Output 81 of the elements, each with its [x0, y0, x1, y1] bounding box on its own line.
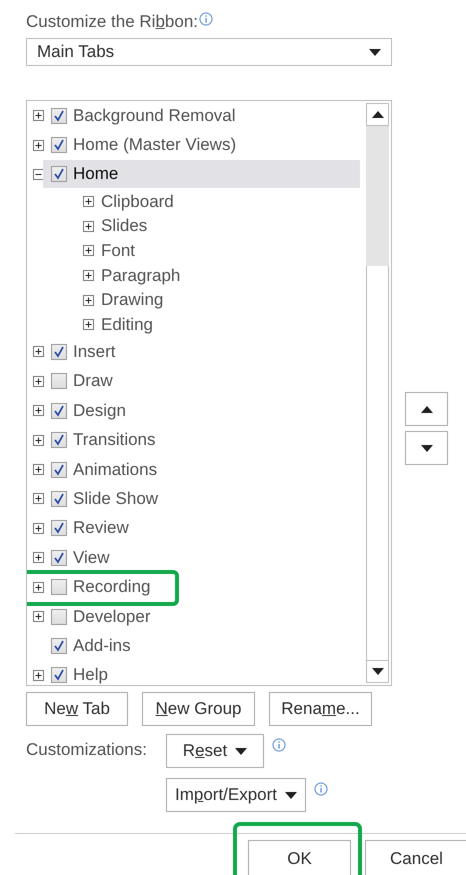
tree-item[interactable]: Home (Master Views) — [71, 132, 238, 158]
scroll-up-button[interactable] — [366, 103, 389, 126]
expand-icon[interactable] — [83, 220, 94, 232]
up-arrow-icon — [372, 111, 384, 118]
expand-icon[interactable] — [33, 582, 44, 593]
checkbox[interactable] — [51, 166, 67, 182]
info-icon[interactable] — [272, 738, 286, 752]
down-arrow-icon — [372, 668, 384, 675]
checkbox[interactable] — [51, 344, 67, 360]
checkbox[interactable] — [51, 432, 67, 448]
tree-item[interactable]: Home — [71, 161, 120, 188]
tree-item[interactable]: Drawing — [101, 290, 164, 310]
move-down-button[interactable] — [405, 431, 448, 465]
tree-item[interactable]: Design — [71, 398, 128, 424]
tree-button[interactable]: New Group — [142, 692, 255, 726]
up-arrow-icon — [420, 406, 432, 412]
expand-icon[interactable] — [33, 552, 44, 564]
tree-item[interactable]: Background Removal — [71, 102, 238, 129]
checkbox[interactable] — [51, 667, 67, 684]
expand-icon[interactable] — [83, 319, 94, 330]
tree-item[interactable]: Font — [101, 240, 136, 261]
expand-icon[interactable] — [83, 245, 94, 256]
collapse-icon[interactable] — [33, 168, 44, 180]
move-up-button[interactable] — [405, 392, 448, 426]
checkbox[interactable] — [51, 579, 67, 596]
expand-icon[interactable] — [33, 522, 44, 534]
ok-button[interactable]: OK — [248, 840, 351, 875]
tree-button[interactable]: New Tab — [26, 692, 128, 726]
expand-icon[interactable] — [33, 140, 44, 151]
cancel-button[interactable]: Cancel — [365, 840, 466, 875]
down-arrow-icon — [369, 48, 381, 56]
info-icon[interactable] — [314, 782, 328, 796]
expand-icon[interactable] — [33, 464, 44, 476]
tree-item[interactable]: Recording — [71, 574, 152, 600]
checkbox[interactable] — [51, 608, 67, 624]
tree-item[interactable]: Insert — [71, 338, 118, 365]
tree-item[interactable]: View — [71, 544, 112, 571]
checkbox[interactable] — [51, 490, 67, 507]
tree-item[interactable]: Transitions — [71, 427, 158, 454]
expand-icon[interactable] — [33, 493, 44, 504]
tree-item[interactable]: Paragraph — [101, 266, 180, 286]
tree-item[interactable]: Developer — [71, 604, 152, 630]
tree-button[interactable]: Rename... — [269, 692, 372, 726]
customizations-label: Customizations: — [26, 740, 148, 760]
expand-icon[interactable] — [83, 294, 94, 306]
tree-item[interactable]: Animations — [71, 456, 160, 483]
reset-button[interactable]: Reset — [166, 734, 264, 768]
checkbox[interactable] — [51, 137, 67, 154]
tree-item[interactable]: Clipboard — [101, 192, 174, 212]
checkbox[interactable] — [51, 550, 67, 566]
scroll-thumb[interactable] — [366, 126, 389, 266]
checkbox[interactable] — [51, 462, 67, 478]
checkbox[interactable] — [51, 402, 67, 419]
down-arrow-icon — [285, 792, 298, 798]
tree-item[interactable]: Editing — [101, 314, 153, 335]
tree-item[interactable]: Review — [71, 515, 131, 542]
tree-item[interactable]: Add-ins — [71, 632, 133, 659]
expand-icon[interactable] — [83, 196, 94, 208]
tree-item[interactable]: Draw — [71, 368, 115, 394]
tree-item[interactable]: Help — [71, 662, 110, 685]
expand-icon[interactable] — [33, 434, 44, 446]
scroll-down-button[interactable] — [366, 660, 389, 683]
checkbox[interactable] — [51, 638, 67, 654]
expand-icon[interactable] — [83, 270, 94, 282]
checkbox[interactable] — [51, 373, 67, 390]
expand-icon[interactable] — [33, 346, 44, 358]
info-icon[interactable] — [199, 12, 213, 26]
tabs-dropdown[interactable]: Main Tabs — [26, 38, 392, 66]
expand-icon[interactable] — [33, 405, 44, 416]
expand-icon[interactable] — [33, 110, 44, 122]
checkbox[interactable] — [51, 520, 67, 536]
expand-icon[interactable] — [33, 670, 44, 681]
expand-icon[interactable] — [33, 611, 44, 622]
expand-icon[interactable] — [33, 376, 44, 387]
ribbon-label: Customize the Ribbon: — [26, 12, 198, 32]
import-export-button[interactable]: Import/Export — [166, 778, 306, 812]
checkbox[interactable] — [51, 108, 67, 124]
tree-item[interactable]: Slides — [101, 216, 148, 236]
down-arrow-icon — [235, 748, 248, 754]
down-arrow-icon — [420, 444, 432, 452]
tree-item[interactable]: Slide Show — [71, 486, 160, 512]
